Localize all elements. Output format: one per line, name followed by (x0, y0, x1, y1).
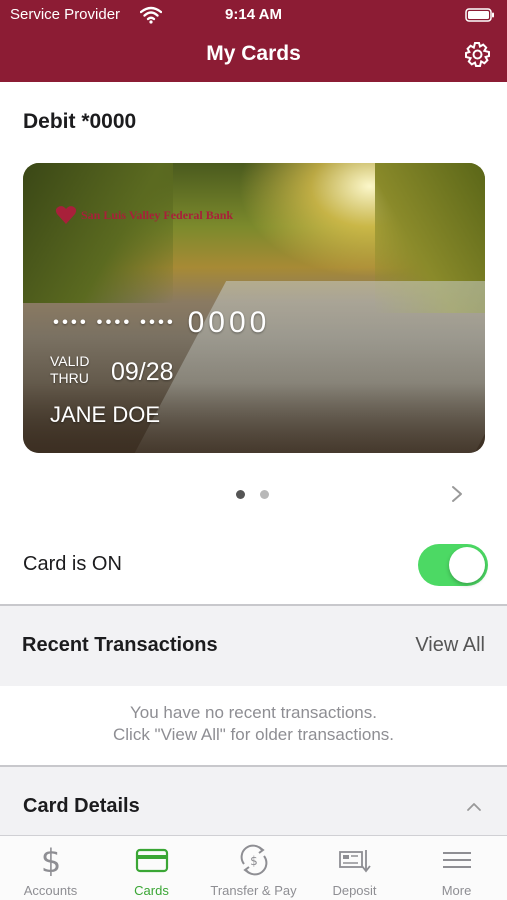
card-icon (135, 848, 168, 873)
empty-message-line-2: Click "View All" for older transactions. (112, 725, 395, 744)
card-details-header[interactable]: Card Details (0, 767, 507, 835)
card-holder-name: JANE DOE (50, 402, 161, 427)
deposit-check-icon (338, 850, 371, 873)
tab-label: Transfer & Pay (210, 883, 297, 898)
empty-transactions-message: You have no recent transactions. Click "… (0, 702, 507, 746)
bank-name: San Luis Valley Federal Bank (81, 208, 234, 222)
tab-label: Accounts (23, 883, 78, 898)
card-on-toggle[interactable] (418, 544, 488, 586)
svg-text:$: $ (250, 854, 258, 868)
tab-bar: $ Accounts Cards $ Transfer & Pay Deposi… (0, 835, 507, 900)
card-title: Debit *0000 (23, 110, 137, 133)
top-bar: Service Provider 9:14 AM My Cards (0, 0, 507, 82)
tab-cards[interactable]: Cards (101, 836, 202, 900)
card-number-masked: •••• •••• •••• (53, 312, 176, 332)
svg-text:$: $ (40, 844, 60, 876)
view-all-link[interactable]: View All (415, 634, 485, 657)
chevron-right-icon[interactable] (449, 484, 465, 504)
chevron-up-icon[interactable] (466, 801, 482, 813)
card-background-trees (23, 163, 173, 303)
tab-accounts[interactable]: $ Accounts (0, 836, 101, 900)
bank-logo-icon (55, 206, 77, 224)
empty-message-line-1: You have no recent transactions. (130, 703, 377, 722)
tab-label: More (441, 883, 472, 898)
tab-deposit[interactable]: Deposit (304, 836, 405, 900)
page-dot-active (236, 490, 245, 499)
tab-transfer-pay[interactable]: $ Transfer & Pay (203, 836, 304, 900)
dollar-icon: $ (40, 844, 60, 876)
page-dot-inactive (260, 490, 269, 499)
recent-transactions-header: Recent Transactions View All (0, 606, 507, 686)
valid-thru-label: VALID THRU (50, 353, 90, 386)
gear-icon[interactable] (463, 41, 491, 69)
debit-card[interactable]: San Luis Valley Federal Bank •••• •••• •… (23, 163, 485, 453)
card-page-indicator[interactable] (236, 490, 276, 500)
battery-icon (465, 8, 494, 22)
menu-icon (442, 852, 471, 868)
page-title: My Cards (206, 42, 301, 65)
card-expiry: 09/28 (111, 358, 174, 386)
card-status-label: Card is ON (23, 553, 122, 575)
card-number: •••• •••• •••• 0000 (53, 306, 270, 340)
recent-transactions-title: Recent Transactions (22, 634, 218, 656)
card-details-title: Card Details (23, 795, 140, 817)
status-bar: Service Provider 9:14 AM (0, 4, 507, 26)
tab-label: Cards (134, 883, 169, 898)
tab-more[interactable]: More (406, 836, 507, 900)
toggle-knob (449, 547, 485, 583)
status-time: 9:14 AM (225, 6, 282, 23)
transfer-icon: $ (240, 844, 267, 876)
card-number-last4: 0000 (187, 306, 271, 339)
tab-label: Deposit (332, 883, 377, 898)
